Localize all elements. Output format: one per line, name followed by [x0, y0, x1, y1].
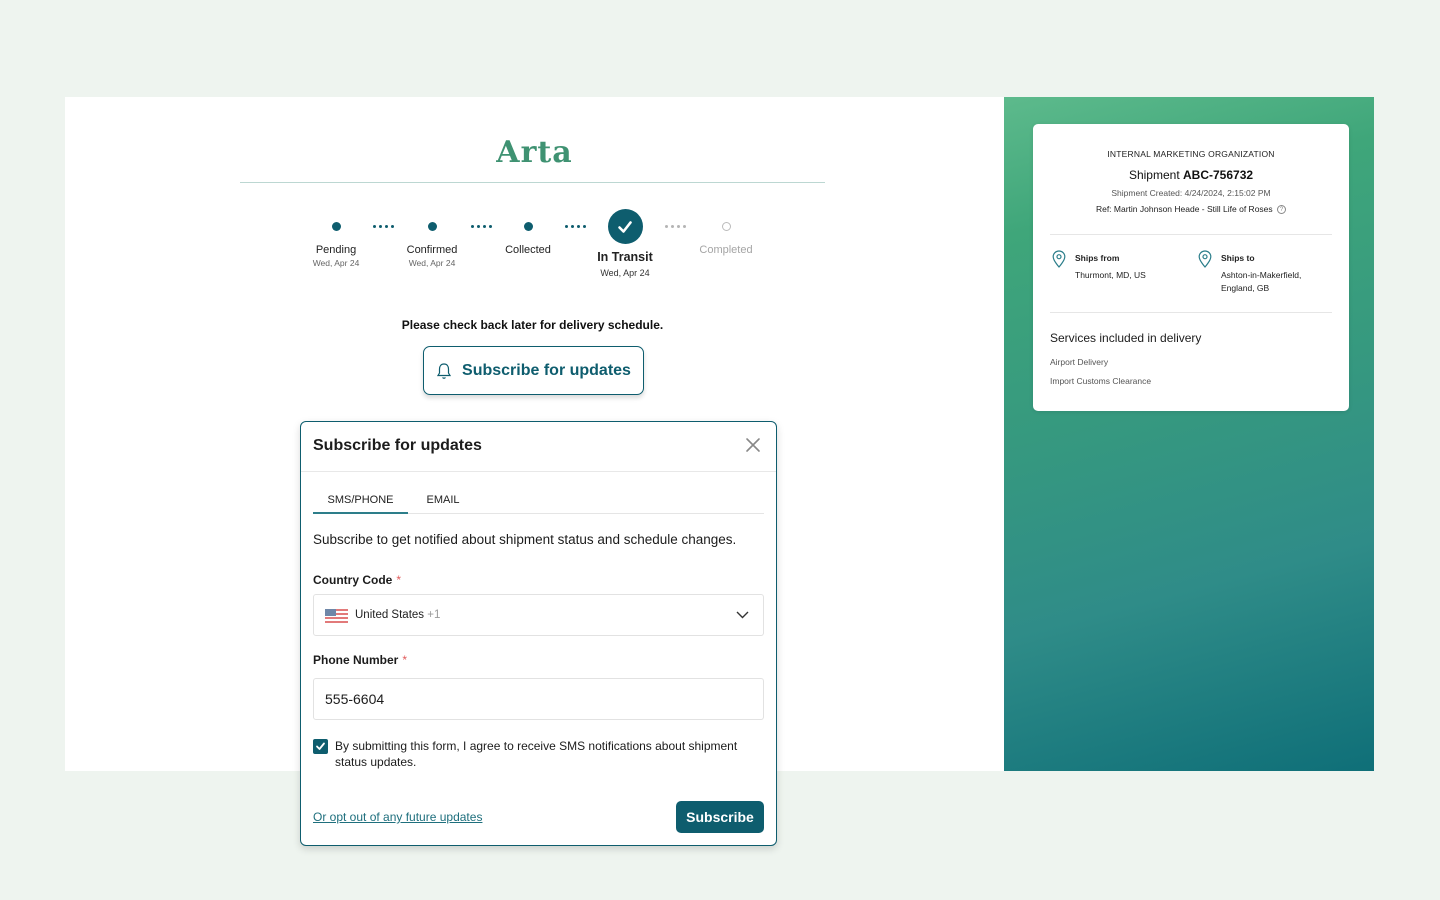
step-dot — [721, 222, 731, 231]
location-pin-icon — [1052, 250, 1066, 268]
sms-consent-checkbox[interactable] — [313, 739, 328, 754]
country-value: United States +1 — [355, 609, 440, 621]
tab-email[interactable]: EMAIL — [417, 494, 469, 514]
step-dot — [427, 222, 437, 231]
country-name: United States — [355, 609, 425, 621]
step-label: Completed — [699, 244, 753, 256]
subscribe-submit-button[interactable]: Subscribe — [676, 801, 764, 833]
dial-code: +1 — [427, 609, 441, 621]
tab-sms-phone[interactable]: SMS/PHONE — [313, 494, 408, 514]
shipment-title-prefix: Shipment — [1128, 168, 1180, 182]
required-mark: * — [402, 653, 408, 667]
required-mark: * — [396, 573, 402, 587]
country-code-label-text: Country Code — [313, 573, 393, 587]
step-dot — [331, 222, 341, 231]
phone-number-input[interactable] — [313, 678, 764, 720]
service-item: Import Customs Clearance — [1050, 376, 1152, 386]
country-code-select[interactable]: United States +1 — [313, 594, 764, 636]
location-pin-icon — [1198, 250, 1212, 268]
sms-consent-text: By submitting this form, I agree to rece… — [335, 739, 738, 769]
ships-to-location: Ashton-in-Makerfield, England, GB — [1221, 269, 1301, 295]
step-date: Wed, Apr 24 — [408, 258, 456, 268]
shipment-id: ABC-756732 — [1183, 168, 1254, 182]
status-tracker: Pending Wed, Apr 24 Confirmed Wed, Apr 2… — [65, 207, 1004, 287]
ships-to-label: Ships to — [1221, 253, 1255, 263]
bell-icon — [436, 362, 452, 379]
us-flag-icon — [325, 609, 348, 623]
shipment-card: INTERNAL MARKETING ORGANIZATION Shipment… — [1033, 124, 1349, 411]
chevron-down-icon — [736, 611, 749, 619]
ships-to-line2: England, GB — [1221, 283, 1270, 293]
opt-out-link[interactable]: Or opt out of any future updates — [313, 810, 482, 824]
shipment-created: Shipment Created: 4/24/2024, 2:15:02 PM — [1111, 188, 1271, 198]
phone-number-label: Phone Number * — [313, 653, 407, 667]
shipment-ref-text: Ref: Martin Johnson Heade - Still Life o… — [1095, 204, 1273, 214]
modal-description: Subscribe to get notified about shipment… — [313, 532, 737, 547]
modal-title: Subscribe for updates — [313, 437, 482, 454]
checkmark-icon — [618, 220, 632, 233]
contact-method-tabs: SMS/PHONE EMAIL — [313, 486, 764, 514]
subscribe-for-updates-button[interactable]: Subscribe for updates — [423, 346, 644, 395]
close-icon[interactable] — [744, 436, 762, 454]
checkmark-icon — [316, 742, 325, 750]
step-date: Wed, Apr 24 — [600, 268, 650, 278]
schedule-note: Please check back later for delivery sch… — [401, 318, 664, 332]
subscribe-button-label: Subscribe for updates — [462, 361, 631, 379]
services-title: Services included in delivery — [1050, 331, 1202, 345]
organization-name: INTERNAL MARKETING ORGANIZATION — [1107, 149, 1275, 159]
card-divider — [1050, 312, 1332, 313]
arta-logo: Arta — [496, 135, 573, 170]
ships-to-line1: Ashton-in-Makerfield, — [1221, 270, 1302, 280]
phone-number-label-text: Phone Number — [313, 653, 399, 667]
header-divider — [240, 182, 825, 183]
step-completed: Completed — [666, 207, 786, 256]
ships-from-location: Thurmont, MD, US — [1075, 270, 1146, 280]
card-divider — [1050, 234, 1332, 235]
step-current-marker — [607, 209, 643, 244]
shipment-ref: Ref: Martin Johnson Heade - Still Life o… — [1033, 204, 1349, 215]
subscribe-modal: Subscribe for updates SMS/PHONE EMAIL Su… — [300, 421, 777, 846]
step-dot — [523, 222, 533, 231]
shipment-title: Shipment ABC-756732 — [1033, 168, 1349, 182]
ships-from-label: Ships from — [1075, 253, 1120, 263]
country-code-label: Country Code * — [313, 573, 401, 587]
help-icon[interactable]: ? — [1277, 205, 1287, 215]
modal-header: Subscribe for updates — [301, 422, 776, 472]
service-item: Airport Delivery — [1050, 357, 1109, 367]
